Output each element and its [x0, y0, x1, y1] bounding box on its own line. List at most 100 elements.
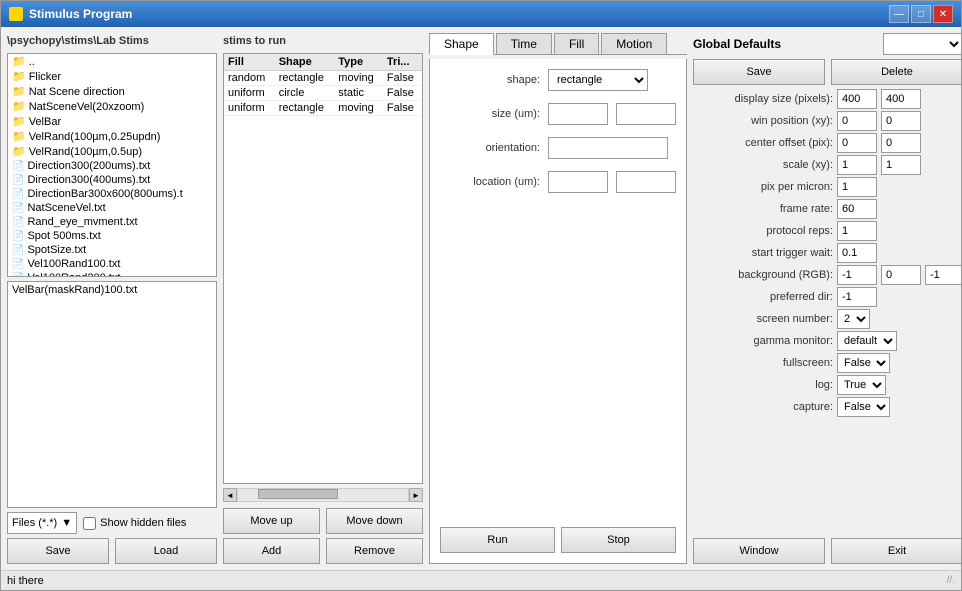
globals-input-2[interactable]	[881, 111, 921, 131]
horizontal-scrollbar-thumb[interactable]	[258, 489, 338, 499]
globals-row: preferred dir:	[693, 287, 961, 307]
table-row[interactable]: uniformcirclestaticFalse	[224, 86, 422, 101]
globals-preset-select[interactable]	[883, 33, 961, 55]
tab-fill[interactable]: Fill	[554, 33, 599, 54]
table-cell: False	[383, 101, 422, 116]
table-row[interactable]: randomrectanglemovingFalse	[224, 71, 422, 86]
globals-single-input[interactable]	[837, 243, 877, 263]
tree-item[interactable]: ..	[8, 54, 216, 69]
globals-field-label: preferred dir:	[693, 291, 833, 303]
tab-shape[interactable]: Shape	[429, 33, 494, 55]
orientation-input[interactable]: 0	[548, 137, 668, 159]
size-row: size (um): 50 100	[440, 103, 676, 125]
show-hidden-checkbox[interactable]	[83, 517, 96, 530]
tree-item[interactable]: VelBar	[8, 114, 216, 129]
globals-select[interactable]: False	[837, 353, 890, 373]
globals-field-label: win position (xy):	[693, 115, 833, 127]
globals-single-input[interactable]	[837, 177, 877, 197]
size-input-2[interactable]: 100	[616, 103, 676, 125]
table-cell: random	[224, 71, 275, 86]
tree-item[interactable]: VelRand(100µm,0.5up)	[8, 144, 216, 159]
tree-item[interactable]: Direction300(400ums).txt	[8, 173, 216, 187]
globals-input-2[interactable]	[881, 265, 921, 285]
globals-single-input[interactable]	[837, 221, 877, 241]
table-cell: uniform	[224, 101, 275, 116]
show-hidden-row: Show hidden files	[83, 517, 186, 530]
tree-item[interactable]: NatSceneVel.txt	[8, 201, 216, 215]
globals-input-1[interactable]	[837, 155, 877, 175]
globals-input-1[interactable]	[837, 265, 877, 285]
size-input-1[interactable]: 50	[548, 103, 608, 125]
run-button[interactable]: Run	[440, 527, 555, 553]
maximize-button[interactable]: □	[911, 5, 931, 23]
tree-item[interactable]: Nat Scene direction	[8, 84, 216, 99]
globals-select[interactable]: 2	[837, 309, 870, 329]
table-row[interactable]: uniformrectanglemovingFalse	[224, 101, 422, 116]
stims-table[interactable]: FillShapeTypeTri... randomrectanglemovin…	[223, 53, 423, 484]
location-input-2[interactable]: 0	[616, 171, 676, 193]
globals-field-label: frame rate:	[693, 203, 833, 215]
tree-item[interactable]: VelRand(100µm,0.25updn)	[8, 129, 216, 144]
file-input[interactable]: VelBar(maskRand)100.txt	[7, 281, 217, 509]
tree-item[interactable]: Rand_eye_mvment.txt	[8, 215, 216, 229]
window-button[interactable]: Window	[693, 538, 825, 564]
globals-input-1[interactable]	[837, 111, 877, 131]
tree-item[interactable]: Flicker	[8, 69, 216, 84]
globals-select[interactable]: True	[837, 375, 886, 395]
tab-time[interactable]: Time	[496, 33, 552, 54]
globals-input-2[interactable]	[881, 89, 921, 109]
globals-field-label: gamma monitor:	[693, 335, 833, 347]
stop-button[interactable]: Stop	[561, 527, 676, 553]
move-down-button[interactable]: Move down	[326, 508, 423, 534]
shape-select[interactable]: rectanglecirclebar	[548, 69, 648, 91]
minimize-button[interactable]: —	[889, 5, 909, 23]
table-cell: False	[383, 71, 422, 86]
globals-single-input[interactable]	[837, 199, 877, 219]
move-buttons: Move up Move down	[223, 508, 423, 534]
globals-input-2[interactable]	[881, 155, 921, 175]
tree-item[interactable]: Vel100Rand100.txt	[8, 257, 216, 271]
globals-header: Global Defaults	[693, 33, 961, 55]
main-window: Stimulus Program — □ ✕ \psychopy\stims\L…	[0, 0, 962, 591]
tree-item[interactable]: DirectionBar300x600(800ums).t	[8, 187, 216, 201]
tab-motion[interactable]: Motion	[601, 33, 667, 54]
scrollbar-left-arrow[interactable]: ◄	[223, 488, 237, 502]
globals-select[interactable]: False	[837, 397, 890, 417]
window-title: Stimulus Program	[29, 7, 132, 21]
location-input-1[interactable]: 0	[548, 171, 608, 193]
remove-stim-button[interactable]: Remove	[326, 538, 423, 564]
globals-input-3[interactable]	[925, 265, 961, 285]
add-stim-button[interactable]: Add	[223, 538, 320, 564]
globals-field-label: capture:	[693, 401, 833, 413]
globals-single-input[interactable]	[837, 287, 877, 307]
tree-item[interactable]: Direction300(200ums).txt	[8, 159, 216, 173]
show-hidden-label: Show hidden files	[100, 517, 186, 529]
filter-dropdown[interactable]: Files (*.*) ▼	[7, 512, 77, 534]
globals-row: fullscreen:False	[693, 353, 961, 373]
globals-row: background (RGB):	[693, 265, 961, 285]
globals-delete-button[interactable]: Delete	[831, 59, 961, 85]
globals-input-2[interactable]	[881, 133, 921, 153]
file-tree[interactable]: ..FlickerNat Scene directionNatSceneVel(…	[7, 53, 217, 277]
tree-item[interactable]: Spot 500ms.txt	[8, 229, 216, 243]
globals-save-row: Save Delete	[693, 59, 961, 85]
table-cell: static	[334, 86, 383, 101]
globals-row: win position (xy):	[693, 111, 961, 131]
tree-item[interactable]: NatSceneVel(20xzoom)	[8, 99, 216, 114]
globals-select[interactable]: default	[837, 331, 897, 351]
tree-item[interactable]: Vel100Rand200.txt	[8, 271, 216, 277]
globals-input-1[interactable]	[837, 89, 877, 109]
bottom-controls: Files (*.*) ▼ Show hidden files	[7, 512, 217, 534]
orientation-label: orientation:	[440, 142, 540, 154]
exit-button[interactable]: Exit	[831, 538, 961, 564]
globals-save-button[interactable]: Save	[693, 59, 825, 85]
globals-input-1[interactable]	[837, 133, 877, 153]
table-column-header: Shape	[275, 54, 335, 71]
scrollbar-right-arrow[interactable]: ►	[409, 488, 423, 502]
load-file-button[interactable]: Load	[115, 538, 217, 564]
save-file-button[interactable]: Save	[7, 538, 109, 564]
move-up-button[interactable]: Move up	[223, 508, 320, 534]
close-button[interactable]: ✕	[933, 5, 953, 23]
size-label: size (um):	[440, 108, 540, 120]
tree-item[interactable]: SpotSize.txt	[8, 243, 216, 257]
